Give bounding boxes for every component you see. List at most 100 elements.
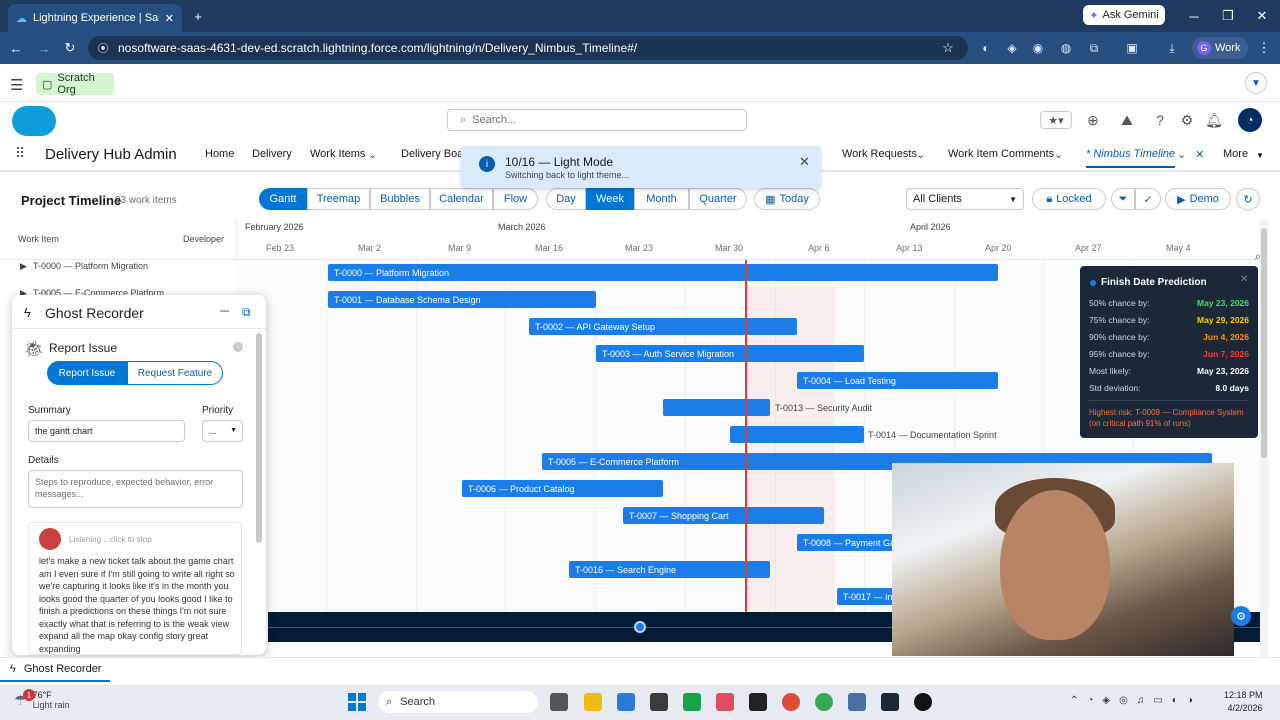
bookmark-star-icon[interactable]: ☆ — [940, 40, 956, 56]
nav-work-item-comments[interactable]: Work Item Comments — [948, 148, 1054, 160]
popout-icon[interactable]: ⧉ — [242, 305, 251, 320]
hamburger-menu-icon[interactable]: ☰ — [10, 76, 23, 94]
taskbar-clock[interactable]: 12:18 PM 4/2/2026 — [1224, 689, 1263, 715]
tab-report-issue[interactable]: Report Issue — [47, 361, 127, 385]
download-icon[interactable]: ⤓ — [1164, 40, 1180, 56]
gantt-bar[interactable]: T-0017 — In — [837, 588, 897, 605]
forward-icon[interactable]: → — [36, 40, 52, 56]
row-expand-icon[interactable]: ▶ — [20, 261, 27, 272]
row-label[interactable]: T-0000 — Platform Migration — [33, 261, 148, 271]
ask-gemini-button[interactable]: ✦ Ask Gemini — [1083, 5, 1165, 25]
view-flow-button[interactable]: Flow — [493, 188, 538, 210]
back-icon[interactable]: ← — [8, 40, 24, 56]
app-icon[interactable] — [914, 693, 932, 711]
check-icon[interactable]: ✓ — [1135, 188, 1161, 210]
gantt-bar[interactable]: T-0008 — Payment Ga — [797, 534, 897, 551]
extension-icon[interactable]: ◐ — [978, 40, 994, 56]
chevron-down-icon[interactable]: ⌄ — [1054, 148, 1063, 161]
salesforce-logo[interactable] — [12, 106, 56, 136]
chevron-down-icon[interactable]: ▼ — [1256, 151, 1264, 160]
extension-icon[interactable]: ◉ — [1030, 40, 1046, 56]
chevron-down-icon[interactable]: ⌄ — [368, 148, 377, 161]
close-tab-icon[interactable]: ✕ — [1195, 148, 1204, 161]
gantt-bar[interactable]: T-0016 — Search Engine — [569, 561, 770, 578]
chrome-icon[interactable] — [782, 693, 800, 711]
toast-close-icon[interactable]: ✕ — [799, 154, 810, 170]
close-icon[interactable]: ✕ — [1240, 274, 1248, 285]
settings-gear-icon[interactable]: ⚙ — [1231, 606, 1251, 626]
file-explorer-icon[interactable] — [584, 693, 602, 711]
details-textarea[interactable]: Steps to reproduce, expected behavior, e… — [28, 470, 243, 508]
priority-select[interactable]: ... ▼ — [202, 420, 243, 442]
chevron-down-icon[interactable]: ⌄ — [916, 148, 925, 161]
window-close-icon[interactable]: ✕ — [1254, 8, 1270, 24]
gantt-bar[interactable]: T-0007 — Shopping Cart — [623, 507, 824, 524]
profile-button[interactable]: G Work — [1192, 37, 1248, 59]
nav-more[interactable]: More — [1223, 148, 1248, 160]
chrome-icon[interactable] — [815, 693, 833, 711]
gantt-bar[interactable]: T-0002 — API Gateway Setup — [529, 318, 797, 335]
extension-icon[interactable]: ◍ — [1058, 40, 1074, 56]
tab-request-feature[interactable]: Request Feature — [127, 361, 223, 385]
view-bubbles-button[interactable]: Bubbles — [370, 188, 430, 210]
nav-nimbus-timeline[interactable]: * Nimbus Timeline — [1086, 148, 1176, 168]
slack-icon[interactable] — [716, 693, 734, 711]
scale-day-button[interactable]: Day — [546, 188, 586, 210]
gantt-bar[interactable]: T-0004 — Load Testing — [797, 372, 998, 389]
address-bar[interactable]: nosoftware-saas-4631-dev-ed.scratch.ligh… — [88, 36, 968, 60]
nav-work-items[interactable]: Work Items — [310, 148, 365, 160]
record-stop-button[interactable] — [39, 528, 61, 550]
gantt-bar[interactable]: T-0000 — Platform Migration — [328, 264, 998, 281]
trailhead-icon[interactable]: ⛰ — [1118, 111, 1136, 129]
setup-gear-icon[interactable]: ⚙ — [1178, 111, 1196, 129]
nav-delivery-board[interactable]: Delivery Boar — [401, 148, 467, 160]
global-search-input[interactable]: ⌕ Search... — [447, 109, 747, 131]
app-icon[interactable] — [617, 693, 635, 711]
today-button[interactable]: ▦ Today — [754, 188, 820, 210]
view-gantt-button[interactable]: Gantt — [259, 188, 307, 210]
scrubber-handle[interactable] — [634, 621, 646, 633]
site-info-icon[interactable]: ⦿ — [96, 40, 110, 56]
nav-delivery[interactable]: Delivery — [252, 148, 292, 160]
browser-tab[interactable]: ☁ Lightning Experience | Sales ✕ — [8, 4, 182, 32]
scale-month-button[interactable]: Month — [634, 188, 689, 210]
gantt-bar[interactable]: T-0006 — Product Catalog — [462, 480, 663, 497]
view-treemap-button[interactable]: Treemap — [307, 188, 370, 210]
gantt-bar[interactable]: T-0001 — Database Schema Design — [328, 291, 596, 308]
maximize-icon[interactable]: ❐ — [1220, 8, 1236, 24]
nav-work-requests[interactable]: Work Requests — [842, 148, 917, 160]
app-launcher-icon[interactable]: ⠿ — [15, 145, 25, 162]
gantt-bar[interactable] — [663, 399, 770, 416]
system-tray-icons[interactable]: ⌃◔◈◎♫▭◐◑ — [1070, 695, 1202, 706]
view-calendar-button[interactable]: Calendar — [430, 188, 493, 210]
add-icon[interactable]: ⊕ — [1084, 111, 1102, 129]
notifications-bell-icon[interactable]: 🔔︎ — [1205, 111, 1223, 129]
user-avatar[interactable]: ◔ — [1238, 108, 1262, 132]
taskbar-search[interactable]: ⌕ Search — [378, 691, 538, 713]
summary-input[interactable]: the gantt chart — [28, 420, 185, 442]
demo-button[interactable]: ▶ Demo — [1165, 188, 1231, 210]
scrollbar-thumb[interactable] — [1261, 228, 1267, 458]
scale-quarter-button[interactable]: Quarter — [689, 188, 747, 210]
app-icon[interactable] — [650, 693, 668, 711]
info-icon[interactable]: i — [233, 342, 243, 352]
filter-icon[interactable]: ⏷ — [1111, 188, 1135, 210]
favorites-star-icon[interactable]: ★▾ — [1040, 111, 1072, 129]
refresh-icon[interactable]: ↻ — [1236, 188, 1260, 210]
extensions-puzzle-icon[interactable]: ⧉ — [1086, 40, 1102, 56]
task-view-icon[interactable] — [550, 693, 568, 711]
chevron-down-icon[interactable]: ⌄ — [1177, 148, 1186, 161]
gantt-bar[interactable] — [730, 426, 864, 443]
reload-icon[interactable]: ↻ — [62, 40, 78, 56]
locked-toggle[interactable]: 🔒︎ Locked — [1032, 188, 1106, 210]
help-icon[interactable]: ? — [1151, 111, 1169, 129]
new-tab-icon[interactable]: + — [190, 8, 206, 24]
gantt-bar[interactable]: T-0003 — Auth Service Migration — [596, 345, 864, 362]
browser-menu-icon[interactable]: ⋮ — [1258, 40, 1271, 56]
chevron-down-icon[interactable]: ▼ — [1245, 72, 1267, 94]
minimize-icon[interactable]: ─ — [1186, 8, 1202, 24]
windows-start-icon[interactable] — [348, 693, 366, 711]
notepad-icon[interactable] — [848, 693, 866, 711]
terminal-icon[interactable] — [749, 693, 767, 711]
clients-select[interactable]: All Clients ▼ — [906, 188, 1024, 210]
